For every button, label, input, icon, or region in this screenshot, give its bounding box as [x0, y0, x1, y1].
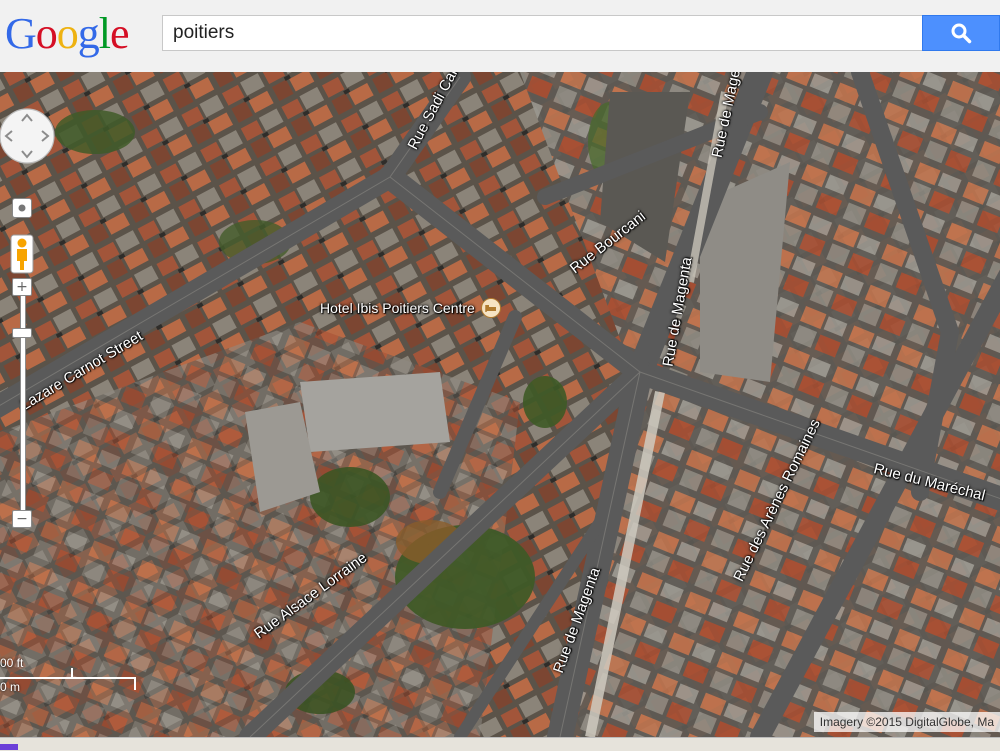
logo-letter: o — [35, 9, 58, 58]
hotel-icon — [480, 298, 501, 318]
zoom-in-button[interactable]: + — [12, 278, 32, 296]
bottom-strip — [0, 737, 1000, 751]
scale-bar: 00 ft 0 m — [0, 654, 140, 700]
bottom-accent — [0, 744, 18, 750]
zoom-out-button[interactable]: − — [12, 510, 32, 528]
pegman-icon[interactable] — [10, 234, 34, 274]
imagery-attribution: Imagery ©2015 DigitalGlobe, Ma — [813, 712, 1000, 732]
pan-control-icon[interactable] — [0, 104, 56, 168]
logo-letter: G — [5, 9, 37, 58]
logo-letter: g — [77, 9, 100, 58]
search-button[interactable] — [922, 15, 1000, 51]
search-input[interactable] — [162, 15, 922, 51]
satellite-imagery — [0, 72, 1000, 737]
zoom-slider-track[interactable] — [20, 290, 26, 518]
location-dot-icon — [18, 204, 26, 212]
logo-letter: l — [98, 9, 111, 58]
scale-meters-label: 0 m — [0, 680, 21, 694]
top-bar: Google — [0, 0, 1000, 73]
logo-letter: e — [110, 9, 130, 58]
poi-label: Hotel Ibis Poitiers Centre — [320, 300, 475, 316]
satellite-map[interactable]: Rue Sadi Carnot Rue de Magenta Rue Bourc… — [0, 72, 1000, 737]
google-logo[interactable]: Google — [5, 8, 130, 60]
scale-ruler — [0, 668, 136, 690]
logo-letter: o — [56, 9, 79, 58]
search-icon — [951, 23, 972, 44]
my-location-button[interactable] — [12, 198, 32, 218]
hotel-poi[interactable]: Hotel Ibis Poitiers Centre — [320, 298, 501, 318]
zoom-slider-thumb[interactable] — [12, 328, 32, 338]
